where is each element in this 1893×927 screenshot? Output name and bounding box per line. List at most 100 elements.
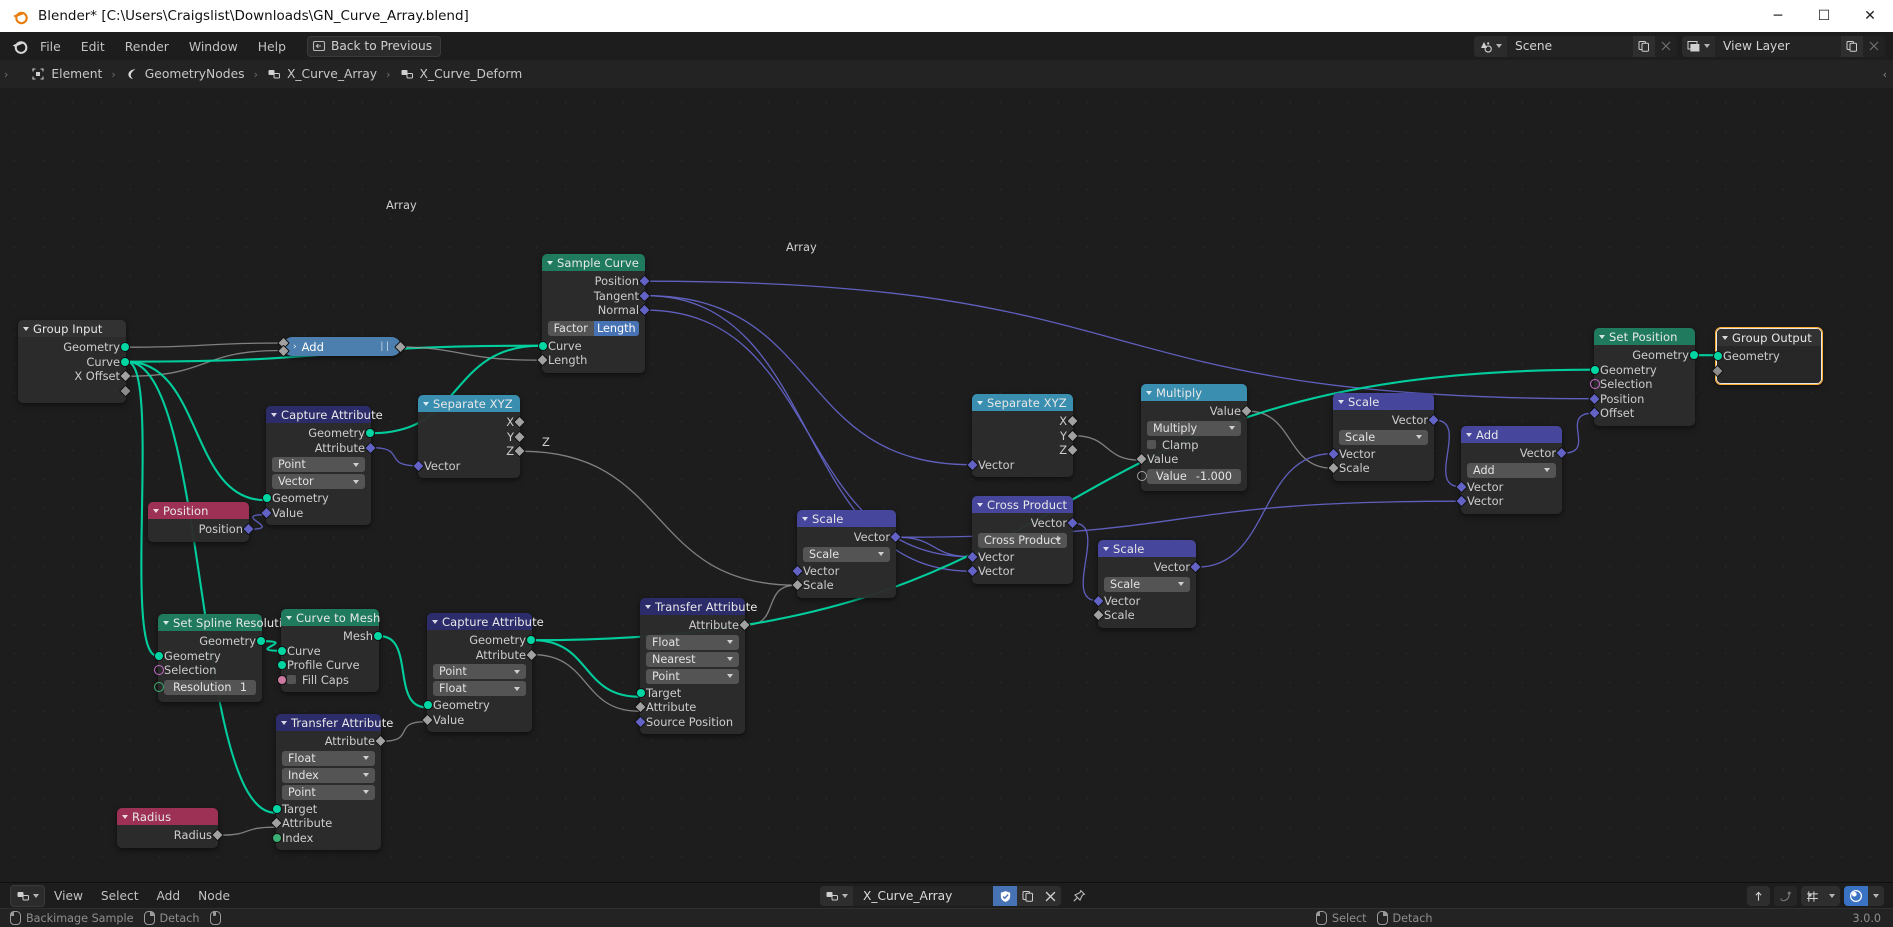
node-header[interactable]: Cross Product [972,496,1073,513]
socket-geo[interactable] [1689,350,1699,361]
node-collapse-arrow-icon[interactable] [271,413,277,417]
node-group-output[interactable]: Group Output Geometry [1711,327,1823,385]
node-add-vector[interactable]: Add Vector Add Vector Vector [1455,426,1568,514]
datablock-unlink-button[interactable] [1039,886,1061,906]
socket-geo[interactable] [373,631,383,642]
node-collapse-arrow-icon[interactable] [802,517,808,521]
socket-geo[interactable] [277,645,287,656]
breadcrumb-item-element[interactable]: Element [31,67,102,81]
node-menu-select[interactable]: Select [92,886,148,906]
socket-geo[interactable] [1590,364,1600,375]
snapping-group[interactable] [1801,886,1840,906]
socket-int[interactable] [272,832,282,843]
node-collapse-arrow-icon[interactable] [977,503,983,507]
view-layer-selector[interactable]: View Layer [1682,35,1885,57]
node-transfer-attribute-1[interactable]: Transfer Attribute Attribute Float Index Poi… [270,714,393,850]
node-collapse-arrow-icon[interactable] [977,401,983,405]
node-menu-add[interactable]: Add [148,886,190,906]
menu-help[interactable]: Help [249,35,295,58]
node-collapse-arrow-icon[interactable] [163,621,169,625]
menu-render[interactable]: Render [116,35,178,58]
breadcrumb-item-x-curve-deform[interactable]: X_Curve_Deform [400,67,522,81]
node-header[interactable]: Transfer Attribute [276,714,393,731]
node-dropdown[interactable]: Scale [1104,576,1190,592]
node-header[interactable]: Group Input [18,320,126,337]
breadcrumb-item-geometrynodes[interactable]: GeometryNodes [125,67,245,81]
node-dropdown[interactable]: Point [272,457,365,472]
node-dropdown[interactable]: Scale [803,546,890,562]
node-segmented-control[interactable]: Factor Length [548,320,639,336]
node-collapse-arrow-icon[interactable] [23,327,29,331]
node-editor-canvas[interactable]: Group Input Geometry Curve X Offset › Add ∣∣ Sa… [0,88,1893,882]
scene-delete-button[interactable] [1655,35,1677,57]
menu-file[interactable]: File [31,35,70,58]
socket-geo[interactable] [538,340,548,351]
node-header[interactable]: Sample Curve [542,254,645,271]
scene-dropdown[interactable] [1474,35,1507,57]
node-multiply[interactable]: Multiply Value Multiply Clamp Value Value -1.0… [1135,384,1253,491]
maximize-button[interactable]: ☐ [1801,0,1847,32]
node-collapse-arrow-icon[interactable] [122,815,128,819]
socket-geo[interactable] [272,803,282,814]
node-menu-view[interactable]: View [45,886,92,906]
node-capture-attribute-1[interactable]: Capture Attribute Geometry Attribute Point V… [260,406,383,525]
pin-toggle-icon[interactable] [1068,886,1090,906]
node-separate-xyz-2[interactable]: Separate XYZ X Y Z Vector [966,394,1079,477]
node-dropdown[interactable]: Scale [1339,429,1428,445]
node-collapse-arrow-icon[interactable] [1722,336,1728,340]
node-group-input[interactable]: Group Input Geometry Curve X Offset [18,320,132,403]
socket-geo[interactable] [526,635,536,646]
socket-geo[interactable] [120,342,130,353]
node-dropdown[interactable]: Float [433,681,526,696]
node-scale-2[interactable]: Scale Vector Scale Vector Scale [1092,540,1202,628]
socket-geo[interactable] [365,428,375,439]
menu-edit[interactable]: Edit [72,35,114,58]
socket-ring[interactable] [154,665,164,676]
socket-geo[interactable] [256,636,266,647]
node-collapse-arrow-icon[interactable] [286,616,292,620]
node-sample-curve[interactable]: Sample Curve Position Tangent Normal Factor L… [536,254,651,373]
view-layer-delete-button[interactable] [1863,35,1885,57]
node-collapse-arrow-icon[interactable] [1103,547,1109,551]
node-collapse-arrow-icon[interactable] [547,261,553,265]
node-dropdown[interactable]: Point [646,668,739,684]
node-collapse-arrow-icon[interactable] [432,620,438,624]
node-capture-attribute-2[interactable]: Capture Attribute Geometry Attribute Point F… [421,613,544,732]
node-collapse-arrow-icon[interactable]: › [293,342,297,352]
node-dropdown[interactable]: Point [282,784,375,800]
node-header[interactable]: Radius [117,808,218,825]
snap-to-node-button[interactable] [1747,886,1770,906]
node-header[interactable]: Transfer Attribute [640,598,757,615]
datablock-name-field[interactable]: X_Curve_Array [853,886,993,906]
node-collapse-arrow-icon[interactable] [645,605,651,609]
node-set-position[interactable]: Set Position Geometry Geometry Selection Pos… [1588,328,1699,426]
socket-clr[interactable] [277,674,287,685]
overlays-toggle-icon[interactable] [1844,886,1868,906]
checkbox[interactable] [1147,440,1156,450]
node-collapse-arrow-icon[interactable] [1338,400,1344,404]
socket-geo[interactable] [277,660,287,671]
node-scale-3[interactable]: Scale Vector Scale Vector Scale [1327,393,1440,481]
node-header[interactable]: Curve to Mesh [281,609,380,626]
node-checkbox-row[interactable]: Clamp [1141,438,1247,453]
node-header[interactable]: Position [148,502,249,519]
node-header[interactable]: Multiply [1141,384,1247,401]
back-to-previous-button[interactable]: Back to Previous [306,35,442,57]
node-collapse-arrow-icon[interactable] [1466,433,1472,437]
breadcrumb-collapse-icon[interactable]: ‹ [1883,68,1887,81]
socket-geo[interactable] [423,700,433,711]
socket-geo[interactable] [154,650,164,661]
node-dropdown[interactable]: Cross Product [978,532,1067,548]
overlays-group[interactable] [1844,886,1884,906]
overlays-caret-icon[interactable] [1868,886,1884,906]
view-layer-dropdown[interactable] [1682,35,1715,57]
node-menu-node[interactable]: Node [189,886,239,906]
scene-selector[interactable]: Scene [1474,35,1677,57]
snap-magnet-icon[interactable] [1801,886,1824,906]
node-curve-to-mesh[interactable]: Curve to Mesh Mesh Curve Profile Curve Fill … [277,609,383,692]
node-separate-xyz-1[interactable]: Separate XYZ X Y Z Vector [412,395,526,478]
scene-name-field[interactable]: Scene [1507,35,1633,57]
node-cross-product[interactable]: Cross Product Vector Cross Product Vector Ve… [966,496,1079,584]
node-dropdown[interactable]: Point [433,664,526,679]
node-collapse-arrow-icon[interactable] [1146,391,1152,395]
